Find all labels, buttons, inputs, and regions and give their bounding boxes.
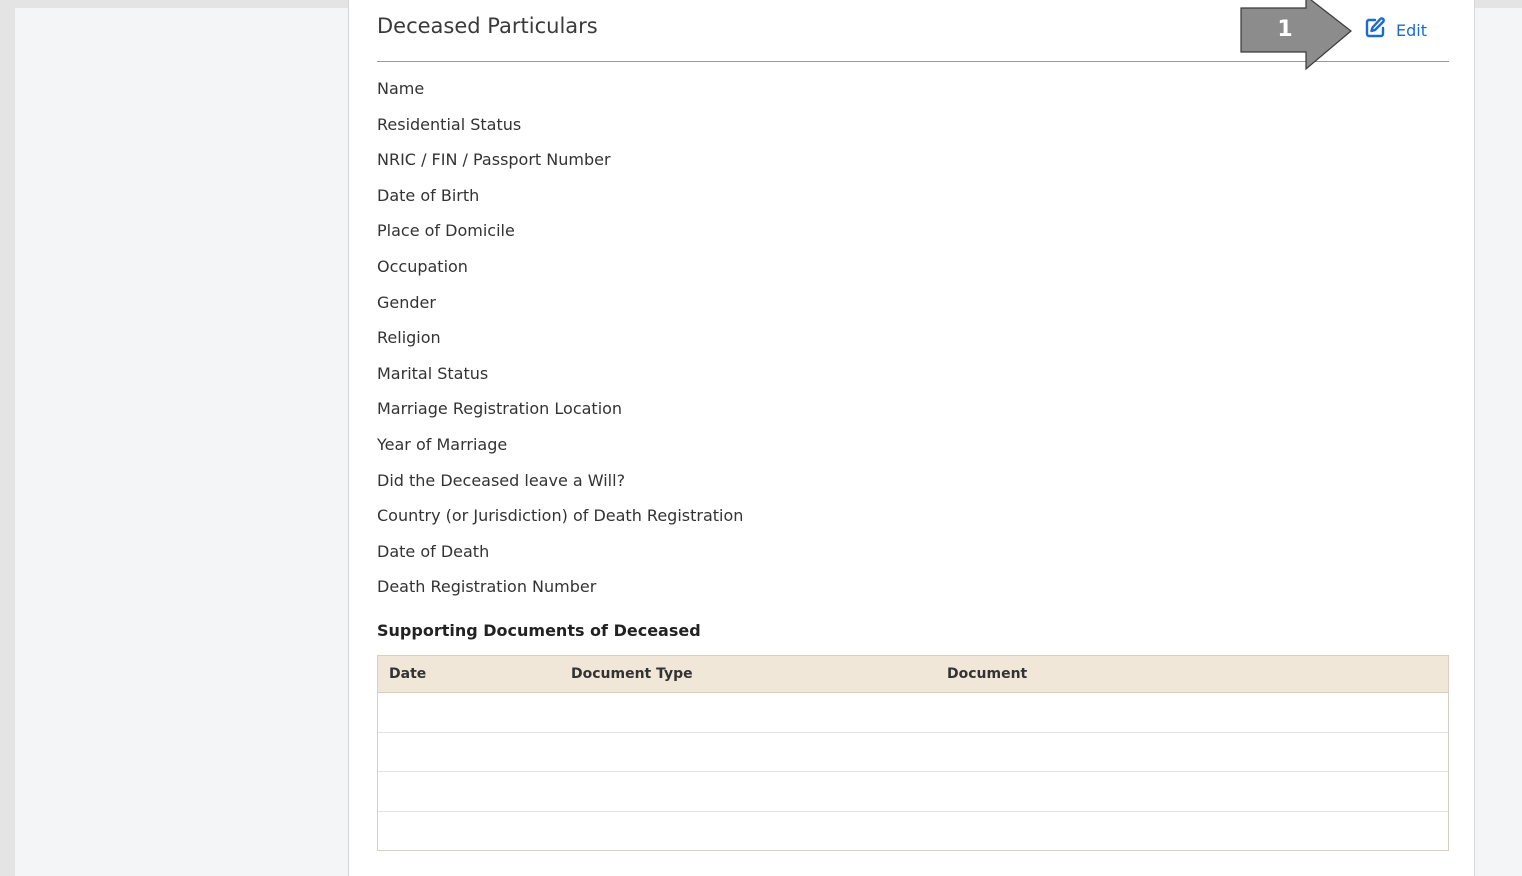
table-row [378,733,1448,772]
field-will-label: Did the Deceased leave a Will? [377,470,626,490]
field-id-number-label: NRIC / FIN / Passport Number [377,150,611,170]
field-gender-label: Gender [377,292,436,312]
field-date-of-birth-label: Date of Birth [377,185,480,205]
field-year-of-marriage-label: Year of Marriage [377,434,508,454]
deceased-particulars-card: Deceased Particulars Edit Name Residenti… [348,0,1475,876]
table-row [378,812,1448,851]
field-list: Name Residential Status NRIC / FIN / Pas… [377,71,743,605]
column-header-date[interactable]: Date [389,656,426,692]
step-number: 1 [1277,17,1293,42]
field-marital-status-label: Marital Status [377,363,489,383]
field-religion-label: Religion [377,328,441,348]
field-date-of-death-label: Date of Death [377,541,490,561]
field-residential-status-label: Residential Status [377,114,522,134]
field-death-registration-number-label: Death Registration Number [377,577,597,597]
documents-heading: Supporting Documents of Deceased [377,621,701,640]
edit-icon [1363,16,1387,44]
section-title: Deceased Particulars [377,14,598,38]
table-header: Date Document Type Document [378,656,1448,693]
column-header-document[interactable]: Document [947,656,1027,692]
documents-table: Date Document Type Document [377,655,1449,851]
field-occupation-label: Occupation [377,256,468,276]
edit-link[interactable]: Edit [1363,16,1427,44]
table-row [378,772,1448,812]
field-death-country-label: Country (or Jurisdiction) of Death Regis… [377,506,744,526]
edit-label: Edit [1396,20,1427,40]
field-marriage-location-label: Marriage Registration Location [377,399,623,419]
table-row [378,693,1448,733]
field-place-of-domicile-label: Place of Domicile [377,221,515,241]
field-name-label: Name [377,79,425,98]
column-header-document-type[interactable]: Document Type [571,656,693,692]
